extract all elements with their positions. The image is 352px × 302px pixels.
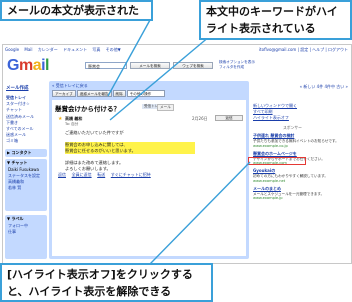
message-pager[interactable]: « 新しい 4件 4件中 古い » [300,84,348,90]
more-actions-select[interactable]: その他の操作 [126,90,165,97]
back-to-inbox-link[interactable]: « 受信トレイに戻る [52,83,88,89]
labels-box: ▼ ラベル フォロー中 仕事 [5,215,47,259]
delete-button[interactable]: 削除 [112,90,126,97]
ad-url: www.example.co.jp [253,143,288,148]
callout-message-shown: メールの本文が表示された [0,0,153,21]
reply-button[interactable]: 返信 [215,115,243,121]
report-spam-button[interactable]: 迷惑メールを報告 [76,90,112,97]
labels-header[interactable]: ▼ ラベル [5,215,47,223]
star-icon[interactable]: ★ [58,116,62,122]
contacts-box: ▶ コンタクト [5,149,47,157]
message-body: ご連絡いただいていた件ですが 懸賞会のお申し込みに関しては、 懸賞会に任せるのが… [65,130,195,172]
callout-hide-highlight: [ハイライト表示オフ]をクリックすると、ハイライト表示を解除できる [0,263,213,302]
compose-link[interactable]: メール作成 [6,85,29,91]
label-item[interactable]: 仕事 [5,229,47,235]
message-options: 新しいウィンドウで開く すべて印刷 ハイライト表示オフ [253,103,347,121]
search-input[interactable]: 懸賞会 [85,62,127,69]
search-options: 検索オプションを表示 フィルタを作成 [219,60,255,70]
message-toolbar: アーカイブ 迷惑メールを報告 削除 その他の操作 [52,90,165,97]
ad-url: www.example.net [253,178,286,183]
ad-item[interactable]: 子供連れ 懸賞会の検討 子供たちも参加できる無料イベントのお知らせです。 www… [253,133,347,148]
topnav-link[interactable]: Mail [24,47,32,52]
create-filter-link[interactable]: フィルタを作成 [219,65,255,70]
message-date: 2月26日 [192,116,208,121]
chat-box: ▼ チャット Daiki Fusukawa ステータスを設定 高橋義和 若林 賢 [5,159,47,211]
search-mail-button[interactable]: メールを検索 [130,62,170,69]
highlight-marker [248,157,306,165]
topnav-link[interactable]: カレンダー [38,47,58,52]
topnav-link[interactable]: その他▼ [106,47,121,52]
sidebar-nav: 受信トレイ スター付き☆ チャット 送信済みメール 下書き すべてのメール 迷惑… [6,95,46,145]
callout-keyword-highlighted: 本文中のキーワードがハイライト表示されている [199,0,352,40]
search-web-button[interactable]: ウェブを検索 [173,62,213,69]
ad-desc: 子供たちも参加できる無料イベントのお知らせです。 [253,139,339,143]
ad-item[interactable]: Gyoukaiの 初めての方にもわかりやすく解説しています。 www.examp… [253,168,347,183]
ad-url: www.example.jp [253,196,283,200]
account-links[interactable]: itoflvo@gmail.com | 設定 | ヘルプ | ログアウト [259,47,348,53]
chat-contact[interactable]: 若林 賢 [5,185,47,191]
sidebar-item-trash[interactable]: ゴミ箱 [6,138,46,144]
topnav-link[interactable]: Google [5,47,19,52]
chat-header[interactable]: ▼ チャット [5,159,47,167]
recipient-line: To: 自分 [65,122,79,126]
contacts-header[interactable]: ▶ コンタクト [5,149,47,157]
invite-chat-link[interactable]: すぐにチャットに招待 [111,172,151,178]
ad-item[interactable]: メールのまとめ メールとスケジュールを一元管理できます。 www.example… [253,186,347,201]
gmail-logo: Gmail [7,57,49,74]
message-area: « 受信トレイに戻る アーカイブ 迷惑メールを報告 削除 その他の操作 懸賞会けから付… [49,81,249,259]
message-subject: 懸賞会けから付ける？ [55,105,120,113]
topnav-link[interactable]: ドキュメント [63,47,87,52]
archive-button[interactable]: アーカイブ [52,90,76,97]
reply-link[interactable]: 返信 [58,172,66,178]
hide-highlight-link[interactable]: ハイライト表示オフ [253,115,347,121]
topnav-link[interactable]: 写真 [92,47,100,52]
reply-all-link[interactable]: 全員に返信 [72,172,92,178]
message-panel: 懸賞会けから付ける？ 受信トレイ メール ★ 高橋 義和 2月26日 返信 To… [52,100,246,256]
label-chip[interactable]: メール [157,104,174,111]
gmail-window: Google Mail カレンダー ドキュメント 写真 その他▼ itoflvo… [2,44,352,264]
message-actions: 返信 全員に返信 転送 すぐにチャットに招待 [58,172,155,178]
sponsor-label: スポンサー [283,125,302,130]
forward-link[interactable]: 転送 [97,172,105,178]
sponsored-links: 子供連れ 懸賞会の検討 子供たちも参加できる無料イベントのお知らせです。 www… [253,133,347,203]
